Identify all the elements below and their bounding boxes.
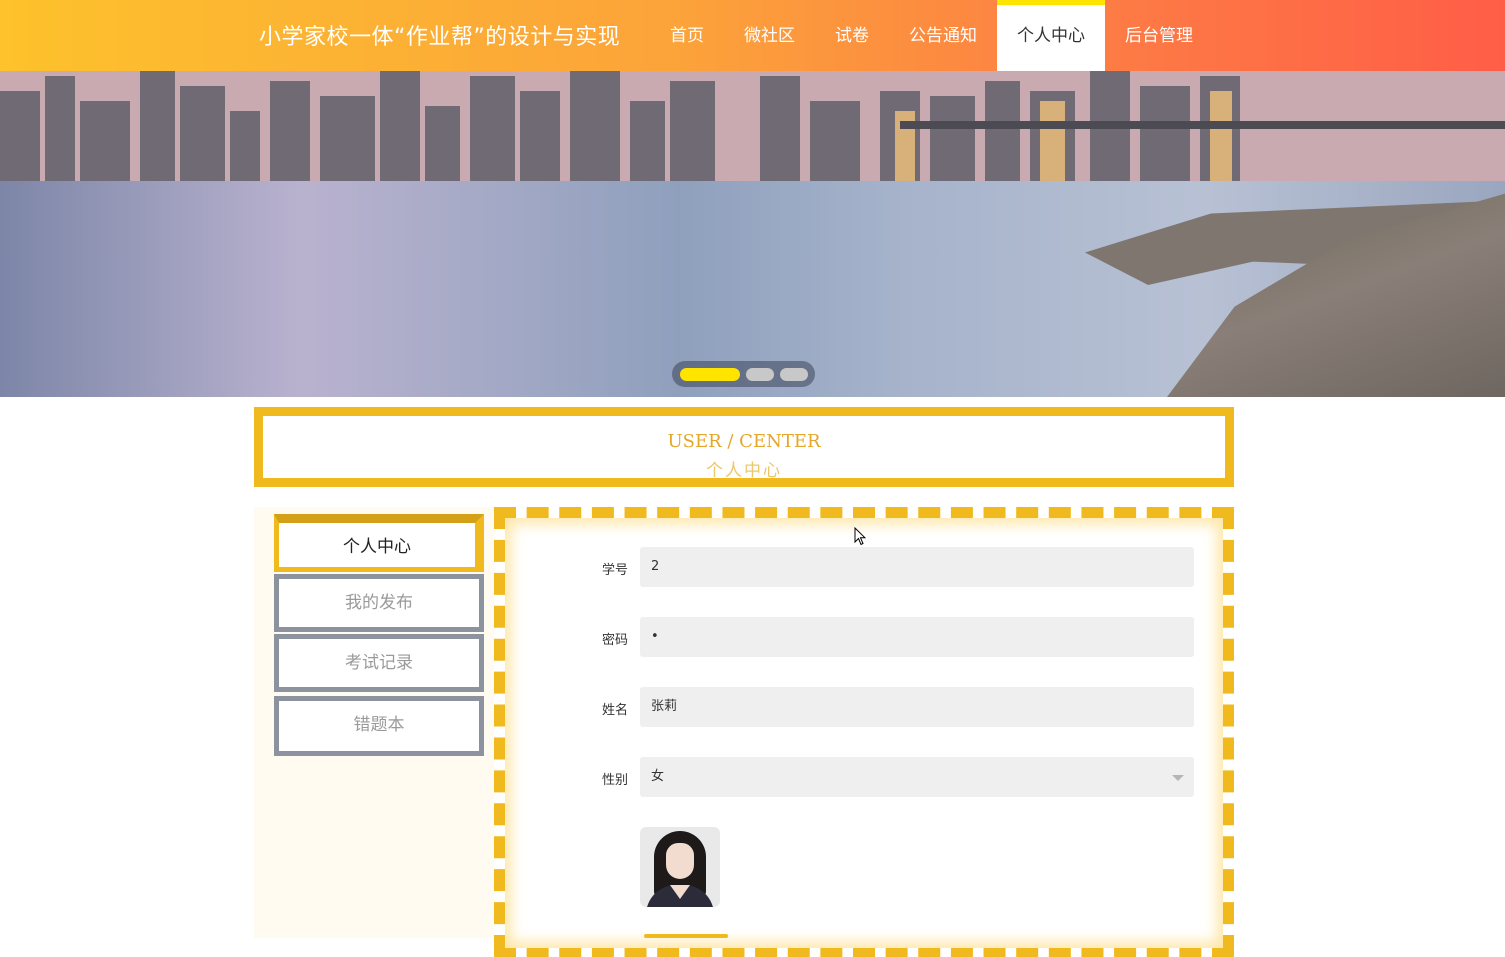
nav-home[interactable]: 首页	[650, 0, 724, 71]
site-title[interactable]: 小学家校一体“作业帮”的设计与实现	[259, 19, 620, 51]
student-id-input[interactable]: 2	[640, 547, 1194, 587]
mouse-cursor-icon	[854, 527, 866, 546]
banner-carousel[interactable]	[0, 71, 1505, 397]
student-id-label: 学号	[601, 563, 628, 578]
carousel-indicators	[672, 361, 815, 387]
sidebar-item-wrong-questions[interactable]: 错题本	[274, 696, 484, 756]
nav-user-center[interactable]: 个人中心	[997, 0, 1105, 71]
sidebar-item-exam-records[interactable]: 考试记录	[274, 634, 484, 692]
gender-label: 性别	[601, 773, 628, 788]
password-label: 密码	[601, 633, 628, 648]
carousel-dot-1[interactable]	[680, 367, 740, 381]
nav-exam-papers[interactable]: 试卷	[815, 0, 889, 71]
sidebar-item-user-center[interactable]: 个人中心	[274, 514, 484, 572]
section-title-en: USER / CENTER	[667, 431, 821, 452]
nav-admin[interactable]: 后台管理	[1105, 0, 1213, 71]
banner-skyline-image	[0, 71, 1505, 181]
nav-announcements[interactable]: 公告通知	[889, 0, 997, 71]
sidebar-item-my-posts[interactable]: 我的发布	[274, 574, 484, 632]
gender-select[interactable]: 女	[640, 757, 1194, 797]
chevron-down-icon	[1172, 775, 1184, 781]
upload-button[interactable]	[644, 934, 728, 938]
main-nav: 首页 微社区 试卷 公告通知 个人中心 后台管理	[650, 0, 1213, 71]
password-input[interactable]: •	[640, 617, 1194, 657]
avatar-photo[interactable]	[640, 827, 720, 907]
section-heading: USER / CENTER 个人中心	[254, 407, 1234, 487]
carousel-dot-2[interactable]	[746, 367, 774, 381]
top-header: 小学家校一体“作业帮”的设计与实现 首页 微社区 试卷 公告通知 个人中心 后台…	[0, 0, 1505, 71]
carousel-dot-3[interactable]	[780, 367, 808, 381]
gender-selected-value: 女	[651, 769, 665, 784]
nav-community[interactable]: 微社区	[724, 0, 815, 71]
name-input[interactable]: 张莉	[640, 687, 1194, 727]
section-title-zh: 个人中心	[706, 461, 782, 481]
name-label: 姓名	[601, 703, 628, 718]
